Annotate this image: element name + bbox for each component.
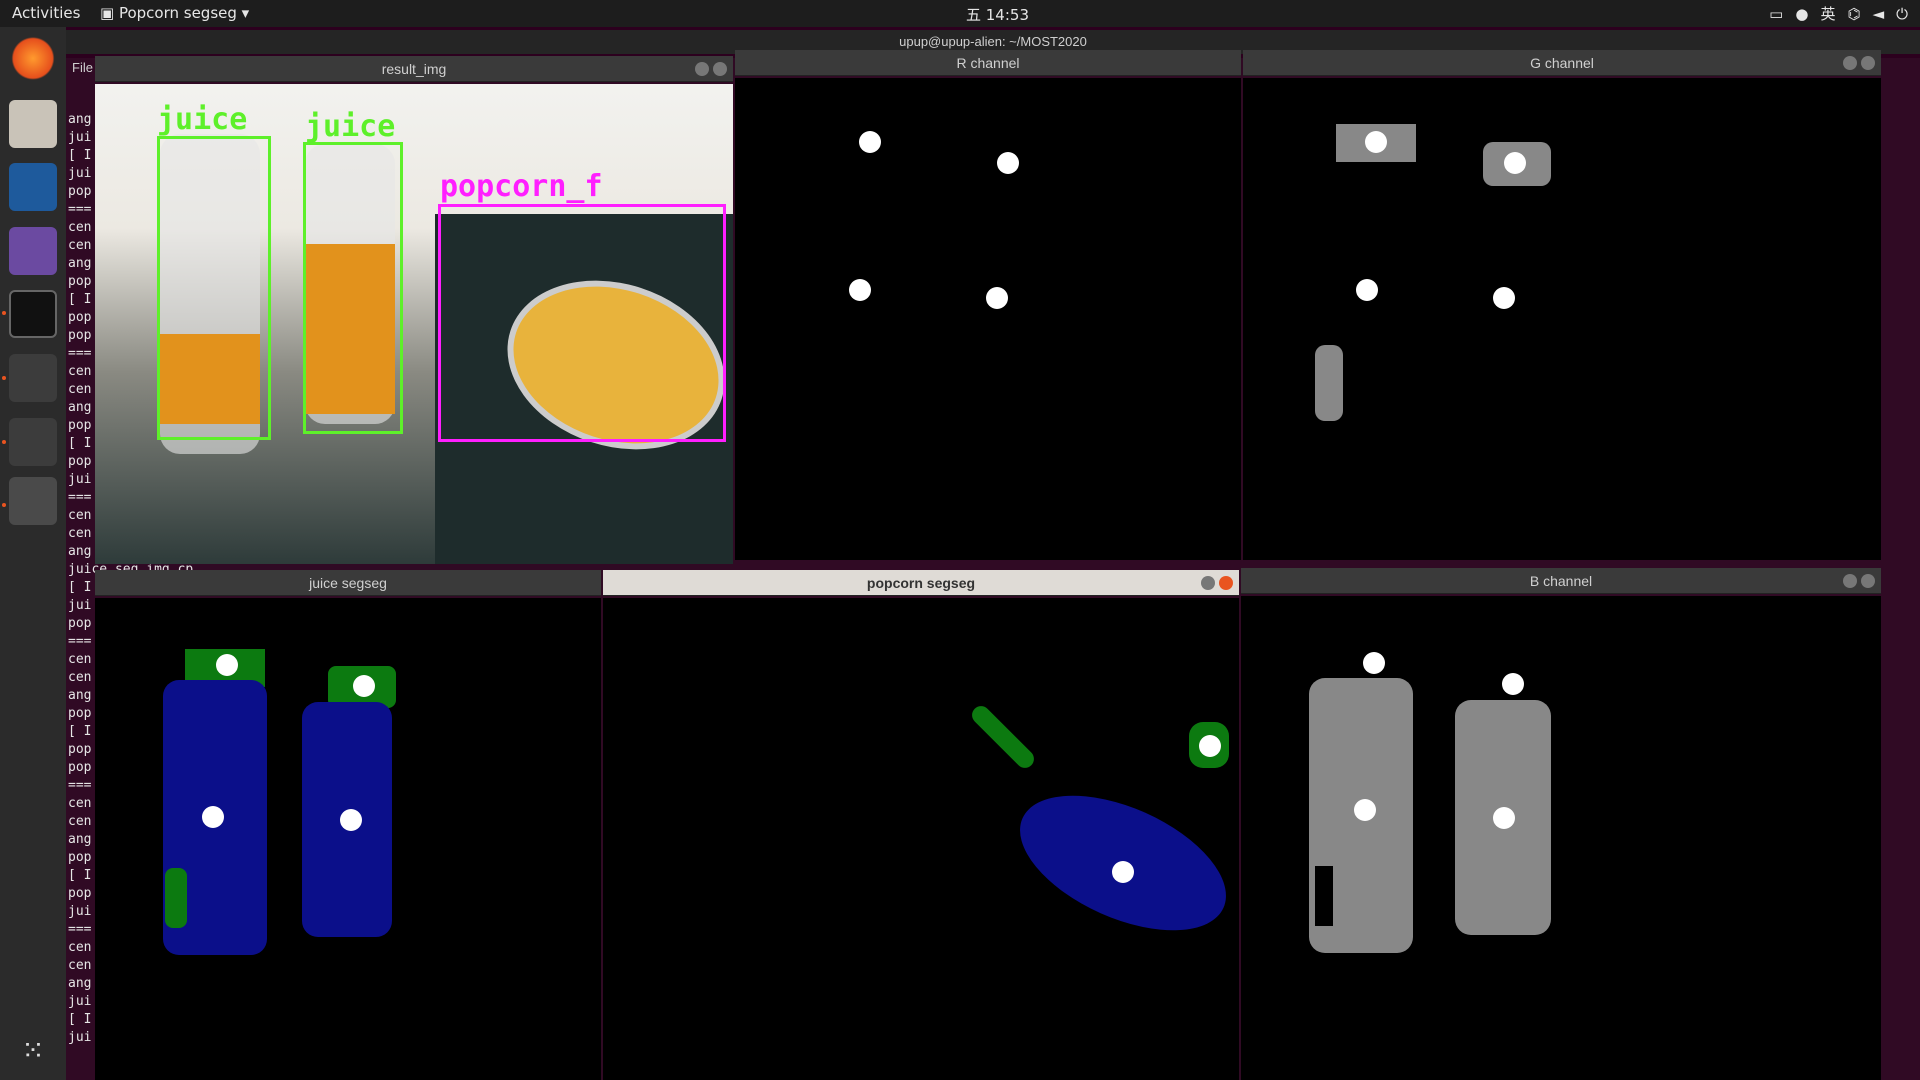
minimize-button[interactable] <box>1201 576 1215 590</box>
minimize-button[interactable] <box>695 62 709 76</box>
center-dot <box>986 287 1008 309</box>
app-menu-label: Popcorn segseg <box>118 4 237 22</box>
running-indicator <box>2 440 6 444</box>
clock[interactable]: 五 14:53 <box>966 4 1029 25</box>
network-icon[interactable]: ⌬ <box>1847 5 1860 23</box>
result-img-title: result_img <box>381 61 447 77</box>
handle-segment <box>968 702 1038 772</box>
center-dot <box>1493 807 1515 829</box>
popcorn-segseg-title: popcorn segseg <box>866 575 976 591</box>
mask-region <box>1315 345 1343 421</box>
app-menu[interactable]: ▣ Popcorn segseg ▾ <box>100 4 249 22</box>
center-dot <box>1363 652 1385 674</box>
camera-icon[interactable]: ▭ <box>1769 5 1783 23</box>
dock: ⁙ <box>0 27 66 1080</box>
writer-icon[interactable] <box>9 163 57 211</box>
juice-label: juice <box>157 102 248 137</box>
center-dot <box>1502 673 1524 695</box>
app-window-icon[interactable] <box>9 354 57 402</box>
app-window-icon[interactable] <box>9 477 57 525</box>
popcorn-label: popcorn_f <box>440 169 603 204</box>
center-dot <box>1112 861 1134 883</box>
center-dot <box>849 279 871 301</box>
close-button[interactable] <box>1219 576 1233 590</box>
juice-bbox <box>303 142 403 434</box>
app-icon[interactable]: ● <box>1795 5 1808 23</box>
g-channel-titlebar[interactable]: G channel <box>1243 50 1881 76</box>
show-apps-icon[interactable]: ⁙ <box>9 1027 57 1075</box>
center-dot <box>997 152 1019 174</box>
juice-bbox <box>157 136 271 440</box>
video-icon[interactable] <box>9 227 57 275</box>
app-window-icon[interactable] <box>9 418 57 466</box>
power-icon[interactable]: ⏻ <box>1896 5 1908 23</box>
noise-segment <box>165 868 187 928</box>
b-channel-title: B channel <box>1529 573 1593 589</box>
g-channel-title: G channel <box>1530 55 1594 71</box>
close-button[interactable] <box>1861 574 1875 588</box>
center-dot <box>353 675 375 697</box>
close-button[interactable] <box>1861 56 1875 70</box>
r-channel-title: R channel <box>956 55 1020 71</box>
minimize-button[interactable] <box>1843 56 1857 70</box>
juice-segseg-canvas <box>95 598 601 1080</box>
result-img-titlebar[interactable]: result_img <box>95 56 733 82</box>
mask-hole <box>1315 866 1333 926</box>
activities-button[interactable]: Activities <box>12 4 80 22</box>
juice-segseg-titlebar[interactable]: juice segseg <box>95 570 601 596</box>
r-channel-titlebar[interactable]: R channel <box>735 50 1241 76</box>
top-bar: Activities ▣ Popcorn segseg ▾ 五 14:53 ▭ … <box>0 0 1920 27</box>
center-dot <box>202 806 224 828</box>
terminal-icon[interactable] <box>9 290 57 338</box>
popcorn-bbox <box>438 204 726 442</box>
running-indicator <box>2 376 6 380</box>
close-button[interactable] <box>713 62 727 76</box>
center-dot <box>340 809 362 831</box>
g-channel-canvas <box>1243 78 1881 560</box>
volume-icon[interactable]: ◄ <box>1873 5 1885 23</box>
center-dot <box>859 131 881 153</box>
popcorn-segseg-titlebar[interactable]: popcorn segseg <box>603 570 1239 596</box>
center-dot <box>1356 279 1378 301</box>
minimize-button[interactable] <box>1843 574 1857 588</box>
running-indicator <box>2 311 6 315</box>
b-channel-canvas <box>1241 596 1881 1080</box>
b-channel-titlebar[interactable]: B channel <box>1241 568 1881 594</box>
r-channel-canvas <box>735 78 1241 560</box>
files-icon[interactable] <box>9 100 57 148</box>
firefox-icon[interactable] <box>9 32 57 80</box>
system-tray: ▭ ● 英 ⌬ ◄ ⏻ <box>1769 3 1908 24</box>
center-dot <box>1354 799 1376 821</box>
center-dot <box>1493 287 1515 309</box>
juice-label: juice <box>305 109 396 144</box>
result-img-canvas: juice juice popcorn_f <box>95 84 733 564</box>
popcorn-segseg-canvas <box>603 598 1239 1080</box>
center-dot <box>1504 152 1526 174</box>
running-indicator <box>2 503 6 507</box>
center-dot <box>216 654 238 676</box>
juice-segseg-title: juice segseg <box>309 575 387 591</box>
center-dot <box>1365 131 1387 153</box>
language-indicator[interactable]: 英 <box>1820 3 1835 24</box>
center-dot <box>1199 735 1221 757</box>
file-menu[interactable]: File <box>72 60 93 75</box>
